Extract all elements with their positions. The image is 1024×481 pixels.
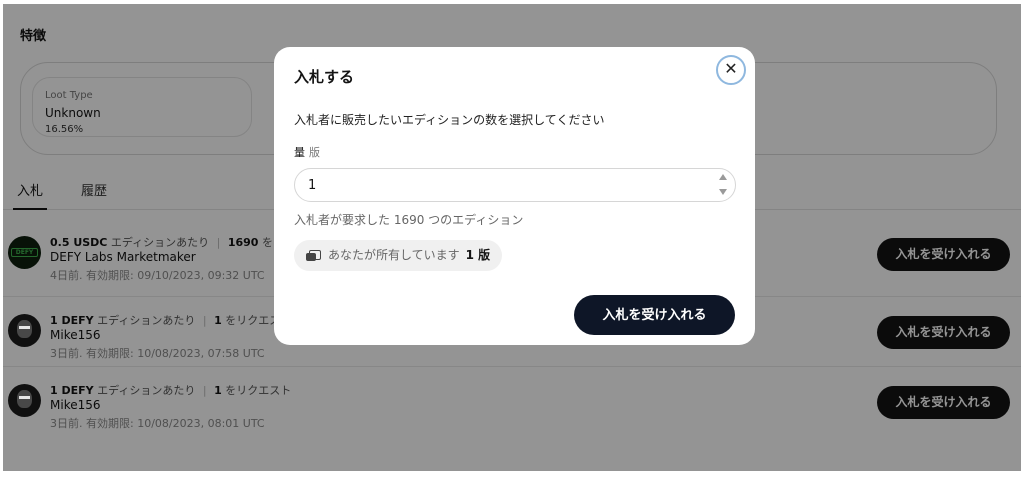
accept-bid-submit-button[interactable]: 入札を受け入れる bbox=[574, 295, 735, 335]
page-frame: 特徴 Loot Type Unknown 16.56% 入札 履歴 DEFY 0… bbox=[3, 4, 1021, 471]
quantity-value: 1 bbox=[308, 178, 317, 193]
dialog-title: 入札する bbox=[294, 68, 355, 86]
owned-count: 1 版 bbox=[465, 248, 491, 262]
close-icon[interactable]: ✕ bbox=[716, 55, 746, 85]
dialog-description: 入札者に販売したいエディションの数を選択してください bbox=[294, 113, 605, 127]
chevron-up-icon[interactable] bbox=[719, 174, 727, 180]
chevron-down-icon[interactable] bbox=[719, 189, 727, 195]
editions-icon bbox=[306, 250, 321, 261]
quantity-unit: 版 bbox=[309, 146, 320, 159]
place-bid-dialog: 入札する ✕ 入札者に販売したいエディションの数を選択してください 量版 1 入… bbox=[274, 47, 755, 345]
quantity-label: 量版 bbox=[294, 144, 320, 160]
requested-editions-text: 入札者が要求した 1690 つのエディション bbox=[294, 213, 524, 227]
owned-editions-chip: あなたが所有しています 1 版 bbox=[294, 240, 503, 271]
quantity-label-text: 量 bbox=[294, 146, 305, 159]
quantity-stepper[interactable]: 1 bbox=[294, 168, 736, 202]
owned-text: あなたが所有しています bbox=[328, 248, 460, 262]
